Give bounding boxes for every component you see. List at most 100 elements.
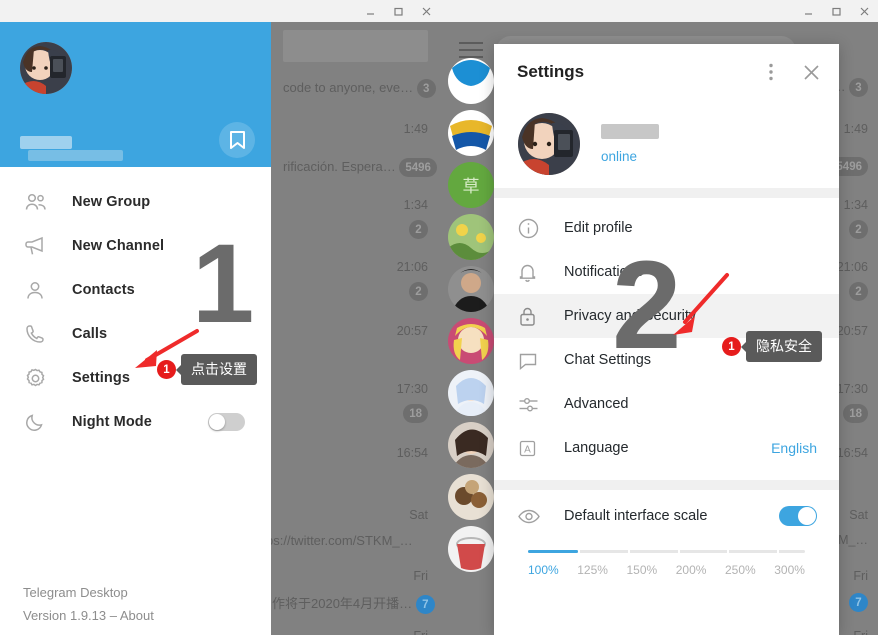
bell-icon	[518, 262, 544, 283]
chat-time: Fri	[853, 629, 868, 635]
settings-item-label: Language	[564, 440, 629, 456]
scale-option-100[interactable]: 100%	[528, 563, 559, 577]
watermark-step-2: 2	[612, 236, 682, 375]
left-telegram-window: code to anyone, eve… 3 1:49 rificación. …	[0, 0, 440, 635]
app-screenshot: code to anyone, eve… 3 1:49 rificación. …	[0, 0, 878, 635]
app-version[interactable]: Version 1.9.13 – About	[23, 608, 154, 623]
avatar[interactable]	[20, 42, 72, 94]
chat-avatar[interactable]	[448, 214, 494, 260]
person-icon	[25, 281, 55, 300]
maximize-button[interactable]	[822, 0, 850, 22]
menu-item-new-group[interactable]: New Group	[0, 180, 271, 224]
night-mode-toggle[interactable]	[208, 413, 245, 431]
settings-profile[interactable]: online	[494, 100, 839, 188]
chat-time: 1:49	[403, 122, 428, 136]
chat-unread-badge: 3	[849, 78, 868, 97]
search-bar-placeholder	[283, 30, 428, 62]
avatar[interactable]	[518, 113, 580, 175]
chat-avatar[interactable]	[448, 58, 494, 104]
eye-icon	[518, 509, 544, 524]
slider-labels: 100% 125% 150% 200% 250% 300%	[528, 563, 805, 577]
callout-text: 隐私安全	[746, 331, 822, 362]
close-button[interactable]	[850, 0, 878, 22]
settings-item-language[interactable]: A Language English	[494, 426, 839, 470]
scale-option-200[interactable]: 200%	[676, 563, 707, 577]
svg-text:A: A	[524, 444, 531, 455]
slider-track[interactable]	[528, 550, 805, 553]
chat-unread-badge: 5496	[399, 158, 437, 177]
close-icon[interactable]	[795, 56, 827, 88]
callout-text: 点击设置	[181, 354, 257, 385]
chat-preview-text: rificación. Espera…	[283, 158, 396, 174]
chat-avatar[interactable]: 草	[448, 162, 494, 208]
moon-icon	[25, 412, 55, 432]
minimize-button[interactable]	[356, 0, 384, 22]
slider-fill	[528, 550, 578, 553]
gear-icon	[25, 368, 55, 389]
scale-option-300[interactable]: 300%	[774, 563, 805, 577]
maximize-button[interactable]	[384, 0, 412, 22]
slider-tick	[727, 550, 730, 553]
info-icon	[518, 218, 544, 239]
lock-icon	[518, 306, 544, 327]
chat-unread-badge: 2	[849, 220, 868, 239]
watermark-step-1: 1	[192, 221, 255, 346]
chat-preview: 作将于2020年4月开播… 7	[272, 593, 435, 615]
chat-unread-badge: 7	[415, 595, 435, 615]
interface-scale-section: Default interface scale 100% 125% 150% 2…	[494, 490, 839, 577]
language-icon: A	[518, 439, 544, 458]
slider-tick	[577, 550, 580, 553]
minimize-button[interactable]	[794, 0, 822, 22]
settings-header: Settings	[494, 44, 839, 100]
scale-option-250[interactable]: 250%	[725, 563, 756, 577]
settings-item-advanced[interactable]: Advanced	[494, 382, 839, 426]
sliders-icon	[518, 396, 544, 413]
chat-time: Fri	[853, 569, 868, 583]
interface-scale-toggle[interactable]	[779, 506, 817, 526]
scale-option-125[interactable]: 125%	[577, 563, 608, 577]
menu-header	[0, 22, 271, 167]
right-window-titlebar	[440, 0, 878, 22]
menu-item-night-mode[interactable]: Night Mode	[0, 400, 271, 444]
chat-avatar[interactable]	[448, 318, 494, 364]
scale-slider[interactable]: 100% 125% 150% 200% 250% 300%	[528, 550, 805, 577]
bookmark-icon	[229, 130, 245, 149]
chat-time: 17:30	[836, 382, 868, 396]
phone-icon	[25, 324, 55, 344]
chat-avatar[interactable]	[448, 526, 494, 572]
group-icon	[25, 193, 55, 211]
right-telegram-window: 草 e…	[440, 0, 878, 635]
chat-avatar[interactable]	[448, 110, 494, 156]
menu-item-label: New Channel	[72, 238, 165, 254]
chat-icon	[518, 351, 544, 370]
more-vertical-icon[interactable]	[755, 56, 787, 88]
chat-avatar[interactable]	[448, 266, 494, 312]
chat-preview: rificación. Espera… 5496	[283, 158, 437, 177]
chat-preview-text: code to anyone, eve…	[283, 79, 414, 95]
chat-unread-badge: 3	[416, 79, 436, 98]
chat-time: 21:06	[836, 260, 868, 274]
chat-time: 20:57	[396, 324, 428, 338]
language-value[interactable]: English	[771, 440, 817, 456]
close-button[interactable]	[412, 0, 440, 22]
chat-unread-badge: 2	[849, 282, 868, 301]
left-window-titlebar	[0, 0, 440, 22]
chat-avatar[interactable]	[448, 422, 494, 468]
menu-item-label: Calls	[72, 326, 108, 342]
scale-option-150[interactable]: 150%	[627, 563, 658, 577]
chat-avatar[interactable]	[448, 370, 494, 416]
app-name: Telegram Desktop	[23, 585, 128, 600]
menu-item-label: New Group	[72, 194, 151, 210]
chat-time: 16:54	[396, 446, 428, 460]
chat-time: 1:34	[403, 198, 428, 212]
chat-preview-text: ps://twitter.com/STKM_…	[266, 533, 413, 548]
menu-item-label: Settings	[72, 370, 130, 386]
chat-preview-text: 作将于2020年4月开播…	[272, 596, 413, 611]
slider-tick	[627, 550, 630, 553]
callout-step-privacy: 1 隐私安全	[722, 331, 822, 362]
menu-item-label: Contacts	[72, 282, 135, 298]
settings-item-label: Advanced	[564, 396, 629, 412]
saved-messages-button[interactable]	[219, 122, 255, 158]
callout-step-1: 1 点击设置	[157, 354, 257, 385]
chat-avatar[interactable]	[448, 474, 494, 520]
